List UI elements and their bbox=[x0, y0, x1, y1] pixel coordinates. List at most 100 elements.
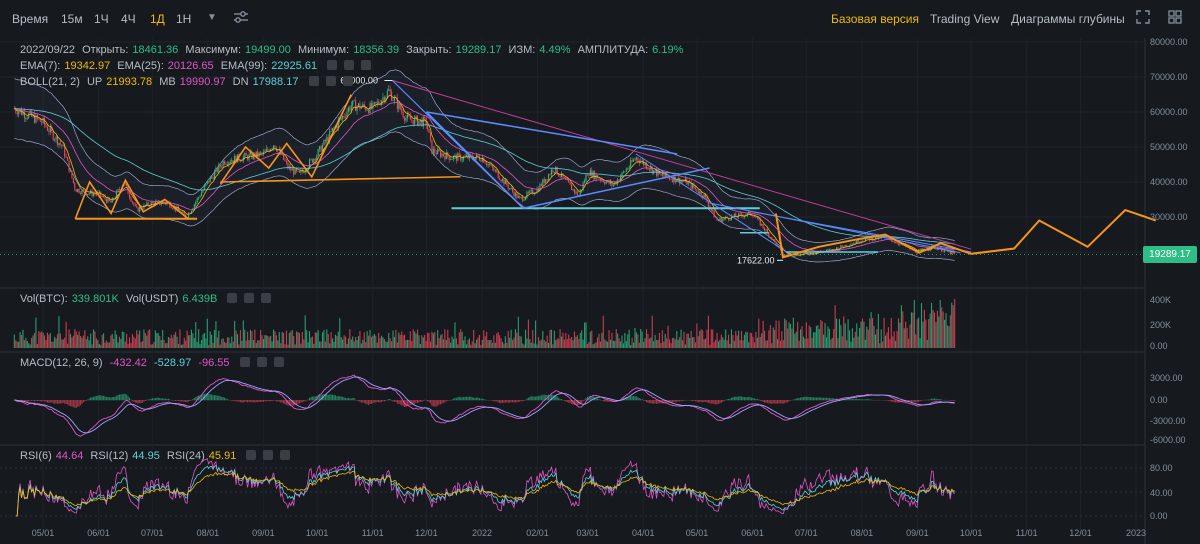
interval-4h[interactable]: 4Ч bbox=[121, 12, 136, 26]
settings-icon[interactable] bbox=[263, 450, 274, 460]
volume-bar bbox=[415, 333, 417, 348]
volume-bar bbox=[54, 336, 56, 348]
volume-bar bbox=[792, 317, 794, 348]
volume-bar bbox=[938, 316, 940, 348]
volume-bar bbox=[362, 339, 364, 348]
volume-bar bbox=[942, 311, 944, 348]
eye-icon[interactable] bbox=[227, 293, 238, 303]
volume-bar bbox=[376, 342, 378, 348]
candle bbox=[193, 204, 195, 209]
eye-icon[interactable] bbox=[239, 357, 250, 367]
macd-histogram-bar bbox=[45, 400, 47, 402]
settings-icon[interactable] bbox=[344, 60, 355, 70]
settings-sliders-icon[interactable] bbox=[233, 10, 249, 27]
volume-bar bbox=[169, 338, 171, 348]
candle bbox=[501, 178, 504, 182]
macd-histogram-bar bbox=[419, 400, 421, 402]
volume-bar bbox=[404, 334, 406, 348]
volume-bar bbox=[919, 338, 921, 348]
candle bbox=[218, 164, 220, 172]
volume-bar bbox=[352, 336, 354, 348]
candle bbox=[569, 182, 571, 185]
view-depth[interactable]: Диаграммы глубины bbox=[1011, 12, 1125, 26]
volume-bar bbox=[432, 333, 434, 348]
volume-bar bbox=[493, 335, 495, 348]
volume-bar bbox=[422, 337, 424, 348]
macd-histogram-bar bbox=[850, 399, 852, 401]
candle bbox=[683, 181, 685, 182]
close-icon[interactable] bbox=[261, 293, 272, 303]
volume-bar bbox=[58, 316, 60, 348]
settings-icon[interactable] bbox=[325, 76, 336, 86]
interval-15m[interactable]: 15м bbox=[61, 12, 83, 26]
volume-bar bbox=[225, 342, 227, 348]
macd-histogram-bar bbox=[817, 397, 819, 401]
macd-histogram-bar bbox=[457, 397, 459, 401]
volume-bar bbox=[380, 335, 383, 348]
time-label[interactable]: Время bbox=[12, 12, 48, 26]
macd-histogram-bar bbox=[268, 400, 270, 402]
volume-bar bbox=[779, 340, 781, 348]
volume-bar bbox=[49, 333, 51, 348]
grid-icon[interactable] bbox=[1168, 10, 1182, 27]
candle bbox=[388, 89, 390, 91]
settings-icon[interactable] bbox=[256, 357, 267, 367]
volume-bar bbox=[952, 305, 954, 348]
volume-bar bbox=[923, 309, 925, 348]
candle bbox=[612, 184, 614, 186]
volume-bar bbox=[134, 338, 136, 348]
settings-icon[interactable] bbox=[244, 293, 255, 303]
volume-bar bbox=[497, 332, 499, 348]
volume-bar bbox=[700, 329, 702, 348]
volume-bar bbox=[912, 312, 914, 348]
candle bbox=[703, 194, 705, 198]
macd-histogram-bar bbox=[540, 395, 542, 401]
volume-bar bbox=[244, 329, 246, 348]
eye-icon[interactable] bbox=[308, 76, 319, 86]
view-tradingview[interactable]: Trading View bbox=[930, 12, 999, 26]
candle bbox=[628, 166, 630, 169]
fullscreen-icon[interactable] bbox=[1136, 10, 1150, 27]
candle bbox=[735, 213, 737, 217]
macd-histogram-bar bbox=[632, 395, 635, 401]
eye-icon[interactable] bbox=[246, 450, 257, 460]
macd-histogram-bar bbox=[337, 396, 339, 401]
close-icon[interactable] bbox=[342, 76, 353, 86]
volume-bar bbox=[869, 318, 871, 348]
macd-histogram-bar bbox=[654, 400, 656, 404]
volume-bar bbox=[218, 330, 220, 348]
macd-histogram-bar bbox=[825, 397, 828, 401]
volume-bar bbox=[936, 310, 938, 348]
eye-icon[interactable] bbox=[327, 60, 338, 70]
volume-bar bbox=[150, 344, 152, 348]
interval-1w[interactable]: 1Н bbox=[176, 12, 191, 26]
macd-histogram-bar bbox=[778, 400, 780, 404]
price-chart[interactable]: 69000.0017622.00 80000.0070000.0060000.0… bbox=[0, 38, 1200, 544]
macd-histogram-bar bbox=[254, 400, 256, 403]
volume-bar bbox=[473, 329, 475, 348]
interval-1h[interactable]: 1Ч bbox=[94, 12, 109, 26]
volume-bar bbox=[598, 333, 600, 348]
macd-histogram-bar bbox=[123, 393, 125, 401]
macd-histogram-bar bbox=[692, 400, 694, 401]
volume-bar bbox=[236, 334, 239, 348]
view-basic[interactable]: Базовая версия bbox=[831, 12, 919, 26]
close-icon[interactable] bbox=[273, 357, 284, 367]
volume-bar bbox=[948, 326, 950, 348]
volume-bar bbox=[861, 318, 864, 348]
volume-bar bbox=[703, 339, 705, 348]
volume-bar bbox=[818, 329, 820, 348]
volume-bar bbox=[445, 340, 447, 348]
chevron-down-icon[interactable]: ▼ bbox=[207, 12, 217, 23]
volume-bar bbox=[120, 338, 122, 348]
macd-histogram-bar bbox=[926, 399, 928, 401]
candle bbox=[343, 116, 345, 117]
close-icon[interactable] bbox=[280, 450, 291, 460]
interval-1d[interactable]: 1Д bbox=[150, 12, 165, 26]
macd-histogram-bar bbox=[468, 396, 470, 401]
close-icon[interactable] bbox=[361, 60, 372, 70]
macd-histogram-bar bbox=[167, 398, 169, 401]
macd-histogram-bar bbox=[679, 400, 681, 402]
macd-histogram-bar bbox=[716, 400, 718, 405]
macd-histogram-bar bbox=[59, 400, 61, 404]
